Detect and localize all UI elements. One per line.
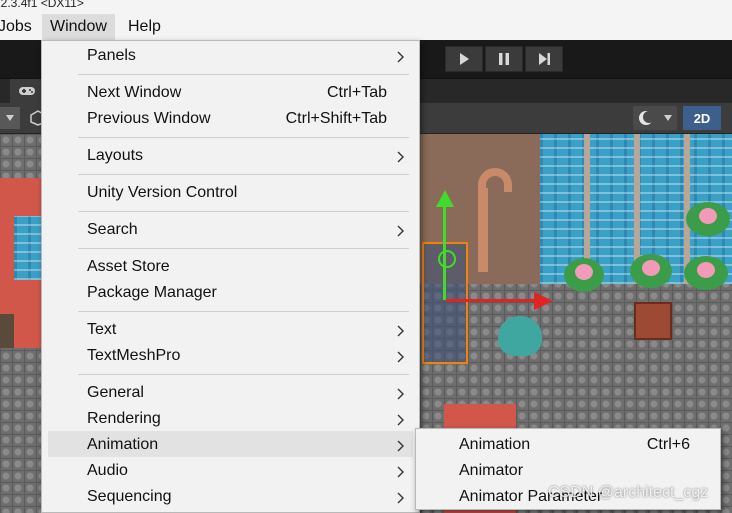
submenu-item-animation[interactable]: Animation [459,436,530,454]
menu-item-layouts[interactable]: Layouts [87,147,143,165]
chevron-right-icon [397,492,404,504]
gamepad-icon [19,87,35,95]
lotus-flower [699,208,717,224]
shortcut-next-window: Ctrl+Tab [326,84,387,101]
water-tile [14,216,42,280]
chevron-right-icon [397,414,404,426]
crate [634,302,672,340]
crate [0,314,14,348]
game-tab[interactable] [10,79,44,103]
bush [498,316,542,356]
menu-window[interactable]: Window [42,14,115,40]
menu-item-search[interactable]: Search [87,221,138,239]
shortcut-animation: Ctrl+6 [646,436,690,453]
chevron-right-icon [397,440,404,452]
pause-button[interactable] [485,46,523,72]
menu-item-text[interactable]: Text [87,321,116,339]
2d-mode-button[interactable]: 2D [683,106,721,130]
menu-item-previous-window[interactable]: Previous Window [87,110,211,128]
menu-jobs[interactable]: Jobs [0,18,32,36]
lighting-toggle[interactable] [633,106,677,130]
shortcut-previous-window: Ctrl+Shift+Tab [285,110,387,127]
menu-separator [78,137,409,138]
chevron-right-icon [397,351,404,363]
chevron-down-icon [663,115,672,121]
window-title: 22.3.4f1 <DX11> [0,0,84,10]
arrow-right-icon[interactable] [534,291,554,311]
lotus-flower [575,264,593,280]
lighting-icon [638,111,654,125]
play-controls [445,46,563,72]
menu-bar: Jobs Window Help [0,14,732,40]
menu-item-asset-store[interactable]: Asset Store [87,258,170,276]
menu-item-next-window[interactable]: Next Window [87,84,181,102]
menu-item-general[interactable]: General [87,384,144,402]
chevron-right-icon [397,388,404,400]
chevron-down-icon [6,115,14,121]
menu-separator [78,74,409,75]
window-menu: Panels Next Window Ctrl+Tab Previous Win… [41,40,420,513]
lotus-flower [697,262,715,278]
lotus-flower [642,260,660,276]
pause-icon [499,53,509,65]
watermark: CSDN @architect_cgz [548,484,709,501]
chevron-right-icon [397,325,404,337]
arrow-up-icon[interactable] [435,190,455,208]
pipe [478,188,488,272]
step-button[interactable] [525,46,563,72]
menu-item-package-manager[interactable]: Package Manager [87,284,217,302]
menu-item-textmeshpro[interactable]: TextMeshPro [87,347,180,365]
play-button[interactable] [445,46,483,72]
menu-separator [78,311,409,312]
chevron-right-icon [397,225,404,237]
chevron-right-icon [397,51,404,63]
chevron-right-icon [397,466,404,478]
menu-separator [78,174,409,175]
play-icon [460,53,469,65]
menu-item-animation[interactable]: Animation [87,436,158,454]
menu-separator [78,248,409,249]
menu-item-unity-version-control[interactable]: Unity Version Control [87,184,237,202]
gizmo-x-axis[interactable] [446,299,538,302]
step-icon [539,53,550,65]
submenu-item-animator[interactable]: Animator [459,462,523,480]
menu-item-rendering[interactable]: Rendering [87,410,161,428]
menu-separator [78,374,409,375]
menu-separator [78,211,409,212]
gizmo-center[interactable] [438,250,456,268]
menu-help[interactable]: Help [128,18,161,36]
menu-item-sequencing[interactable]: Sequencing [87,488,172,506]
scene-toolbar-dropdown[interactable] [0,107,20,129]
chevron-right-icon [397,151,404,163]
window-title-bar: 22.3.4f1 <DX11> [0,0,732,14]
menu-item-audio[interactable]: Audio [87,462,128,480]
menu-item-panels[interactable]: Panels [87,47,136,65]
